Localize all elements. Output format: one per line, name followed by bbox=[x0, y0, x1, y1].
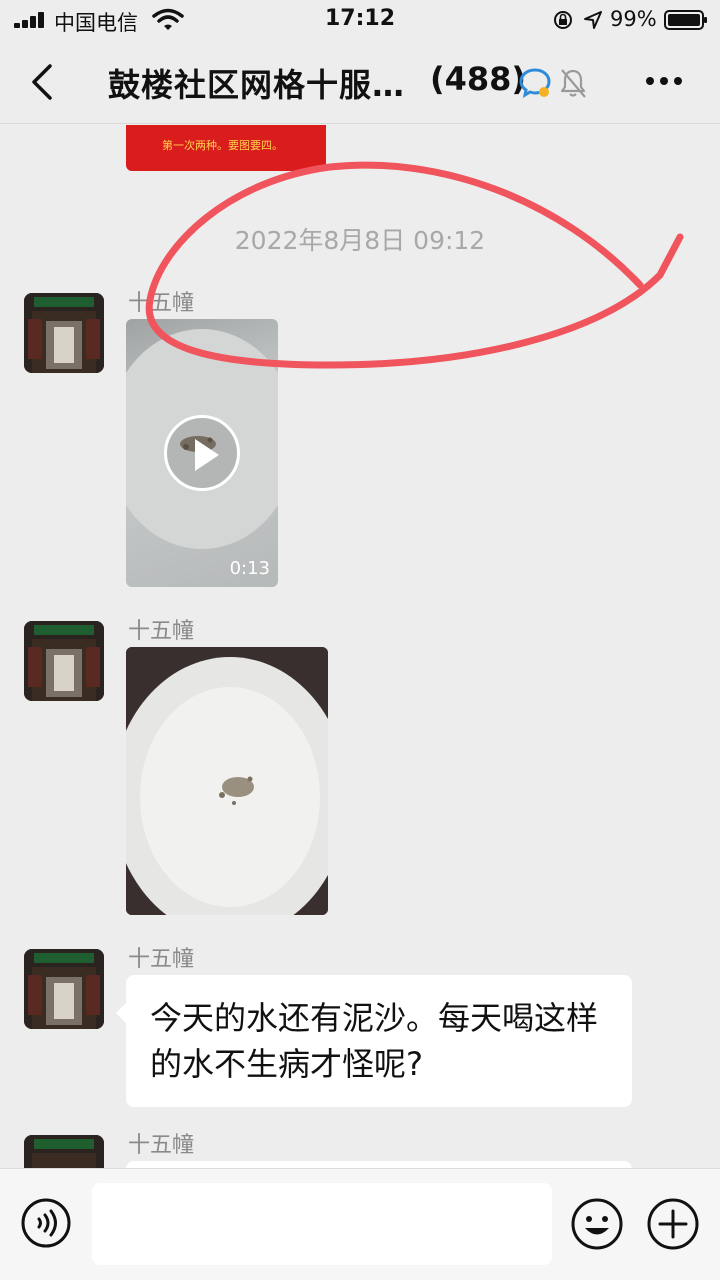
plus-icon[interactable] bbox=[646, 1197, 700, 1251]
sender-name: 十五幢 bbox=[128, 1133, 195, 1158]
sender-name: 十五幢 bbox=[128, 291, 195, 316]
group-chat-icon bbox=[519, 68, 551, 99]
sender-avatar[interactable] bbox=[24, 1135, 104, 1168]
sender-avatar[interactable] bbox=[24, 949, 104, 1029]
mute-bell-icon bbox=[560, 69, 586, 98]
status-bar: 中国电信 17:12 99% bbox=[0, 0, 720, 40]
message-input[interactable] bbox=[92, 1183, 552, 1265]
group-name: 鼓楼社区网格十服… bbox=[108, 66, 406, 104]
message-timestamp: 2022年8月8日 09:12 bbox=[234, 226, 486, 255]
video-duration: 0:13 bbox=[229, 558, 270, 579]
chat-header: 鼓楼社区网格十服… (488) bbox=[0, 40, 720, 124]
text-message[interactable]: 今天的水还有泥沙。每天喝这样的水不生病才怪呢? bbox=[116, 975, 632, 1107]
back-icon[interactable] bbox=[22, 60, 62, 104]
message-list[interactable]: 第一次两种。要图要四。 2022年8月8日 09:12 十五幢 0:13 十五幢… bbox=[0, 125, 720, 1168]
video-message[interactable]: 0:13 bbox=[126, 319, 278, 587]
sender-name: 十五幢 bbox=[128, 947, 195, 972]
more-options-icon[interactable] bbox=[642, 66, 686, 96]
text-message[interactable] bbox=[126, 1161, 632, 1168]
sender-name: 十五幢 bbox=[128, 619, 195, 644]
orientation-lock-icon bbox=[554, 11, 572, 29]
play-button[interactable] bbox=[164, 415, 240, 491]
battery-icon bbox=[664, 10, 707, 30]
pinned-red-card[interactable]: 第一次两种。要图要四。 bbox=[126, 125, 326, 171]
location-icon bbox=[584, 11, 602, 29]
image-message[interactable] bbox=[126, 647, 328, 915]
sender-avatar[interactable] bbox=[24, 621, 104, 701]
red-card-text: 第一次两种。要图要四。 bbox=[162, 139, 283, 152]
member-count: (488) bbox=[430, 60, 527, 98]
message-text: 今天的水还有泥沙。每天喝这样的水不生病才怪呢? bbox=[150, 999, 599, 1083]
play-icon bbox=[195, 439, 219, 471]
voice-icon[interactable] bbox=[20, 1197, 72, 1249]
battery-percent: 99% bbox=[610, 7, 657, 31]
sender-avatar[interactable] bbox=[24, 293, 104, 373]
emoji-icon[interactable] bbox=[570, 1197, 624, 1251]
input-bar bbox=[0, 1168, 720, 1280]
